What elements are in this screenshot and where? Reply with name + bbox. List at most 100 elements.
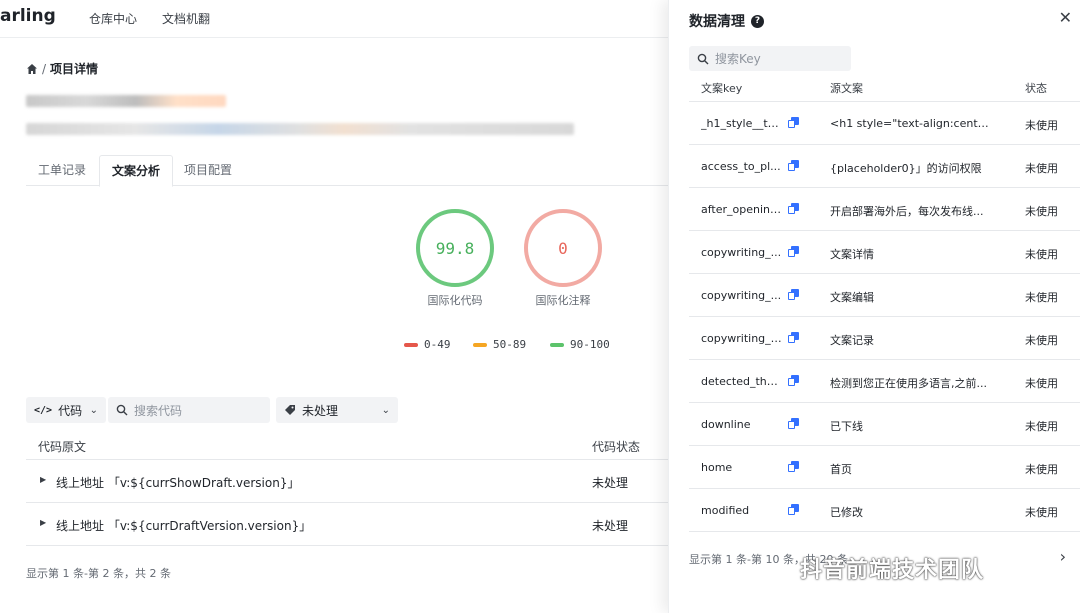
copy-icon[interactable] [788,117,799,128]
usage-status: 未使用 [1025,334,1058,347]
usage-status: 未使用 [1025,205,1058,218]
copy-key: downline [701,418,751,431]
breadcrumb: / 项目详情 [26,60,98,77]
code-status: 未处理 [592,476,629,490]
watermark: 抖音前端技术团队 [800,558,985,583]
nav-link-repo-center[interactable]: 仓库中心 [89,10,137,27]
code-type-select[interactable]: </> 代码 ⌄ [26,397,106,423]
copy-key: copywriting_... [701,246,782,259]
copy-icon[interactable] [788,160,799,171]
usage-status: 未使用 [1025,463,1058,476]
header-code-source: 代码原文 [38,440,87,454]
drawer-title-text: 数据清理 [689,14,745,30]
copy-icon[interactable] [788,246,799,257]
brand-logo[interactable]: arling [0,6,56,26]
table-row: copywriting_... 文案详情 未使用 [689,231,1080,274]
i18n-comment-label: 国际化注释 [535,294,591,307]
chevron-right-icon[interactable]: › [1060,547,1066,566]
legend-swatch-orange [473,342,487,347]
copy-key: copywriting_... [701,289,782,302]
usage-status: 未使用 [1025,377,1058,390]
copy-icon[interactable] [788,332,799,343]
source-copy: 检测到您正在使用多语言,之前... [830,377,987,390]
usage-status: 未使用 [1025,248,1058,261]
source-copy: 已修改 [830,506,863,519]
copy-icon[interactable] [788,289,799,300]
i18n-code-gauge: 99.8 [416,209,494,287]
copy-key: home [701,461,733,474]
tab-copy-analysis[interactable]: 文案分析 [99,155,174,187]
status-select[interactable]: 未处理 ⌄ [276,397,398,423]
code-text: 线上地址 「v:${currDraftVersion.version}」 [56,519,312,533]
legend-swatch-green [550,342,564,347]
source-copy: <h1 style="text-align:center;... [830,117,992,130]
table-row: after_opening... 开启部署海外后，每次发布线... 未使用 [689,188,1080,231]
table-row: downline 已下线 未使用 [689,403,1080,446]
copy-key: modified [701,504,750,517]
usage-status: 未使用 [1025,291,1058,304]
usage-status: 未使用 [1025,506,1058,519]
table-row: detected_tha... 检测到您正在使用多语言,之前... 未使用 [689,360,1080,403]
table-row: copywriting_... 文案编辑 未使用 [689,274,1080,317]
top-nav: arling 仓库中心 文档机翻 [0,0,668,38]
usage-status: 未使用 [1025,162,1058,175]
i18n-code-label: 国际化代码 [427,294,483,307]
drawer-title: 数据清理 ? [689,11,764,31]
copy-icon[interactable] [788,418,799,429]
copy-icon[interactable] [788,461,799,472]
key-search-input[interactable] [715,51,835,66]
legend-label: 50-89 [493,338,527,351]
code-search-placeholder: 搜索代码 [134,403,183,418]
table-row[interactable]: ▶ 线上地址 「v:${currShowDraft.version}」 未处理 [26,460,668,503]
tab-project-config[interactable]: 项目配置 [172,155,244,186]
legend-label: 90-100 [570,338,610,351]
copy-key: access_to_pl... [701,160,781,173]
legend-item-high: 90-100 [550,338,610,351]
expand-caret-icon[interactable]: ▶ [40,475,46,484]
source-copy: 文案记录 [830,334,874,347]
table-row: modified 已修改 未使用 [689,489,1080,532]
header-copy-key: 文案key [701,82,743,95]
source-copy: 文案编辑 [830,291,874,304]
code-text: 线上地址 「v:${currShowDraft.version}」 [56,476,300,490]
table-row: copywriting_r... 文案记录 未使用 [689,317,1080,360]
legend-label: 0-49 [424,338,451,351]
drawer-table-header: 文案key 源文案 状态 [689,74,1080,102]
redacted-project-name [26,95,226,107]
code-table-pager: 显示第 1 条-第 2 条，共 2 条 [26,567,171,580]
copy-key: copywriting_r... [701,332,783,345]
expand-caret-icon[interactable]: ▶ [40,518,46,527]
legend-item-low: 0-49 [404,338,451,351]
usage-status: 未使用 [1025,420,1058,433]
source-copy: 已下线 [830,420,863,433]
help-icon[interactable]: ? [751,14,764,28]
code-search-field[interactable]: 搜索代码 [108,397,270,423]
copy-icon[interactable] [788,375,799,386]
i18n-comment-gauge: 0 [524,209,602,287]
header-status: 状态 [1025,82,1047,95]
breadcrumb-separator: / [42,61,47,76]
legend-item-mid: 50-89 [473,338,526,351]
redacted-project-info [26,123,574,135]
header-source-copy: 源文案 [830,82,863,95]
table-row: _h1_style__tex... <h1 style="text-align:… [689,102,1080,145]
code-type-value: 代码 [58,403,83,418]
copy-key: detected_tha... [701,375,783,388]
copy-key: after_opening... [701,203,783,216]
usage-status: 未使用 [1025,119,1058,132]
source-copy: {placeholder0}」的访问权限 [830,162,982,175]
tag-icon [285,405,295,415]
status-value: 未处理 [302,403,339,418]
breadcrumb-current: 项目详情 [50,62,99,76]
copy-icon[interactable] [788,504,799,515]
chevron-down-icon: ⌄ [381,404,390,416]
project-tabs: 工单记录 文案分析 项目配置 [26,155,668,187]
code-table-header: 代码原文 代码状态 [26,430,668,460]
table-row[interactable]: ▶ 线上地址 「v:${currDraftVersion.version}」 未… [26,503,668,546]
nav-link-doc-translation[interactable]: 文档机翻 [162,10,210,27]
home-icon[interactable] [26,63,38,75]
source-copy: 首页 [830,463,852,476]
copy-icon[interactable] [788,203,799,214]
tab-ticket-records[interactable]: 工单记录 [26,155,98,186]
close-icon[interactable]: ✕ [1059,8,1072,27]
